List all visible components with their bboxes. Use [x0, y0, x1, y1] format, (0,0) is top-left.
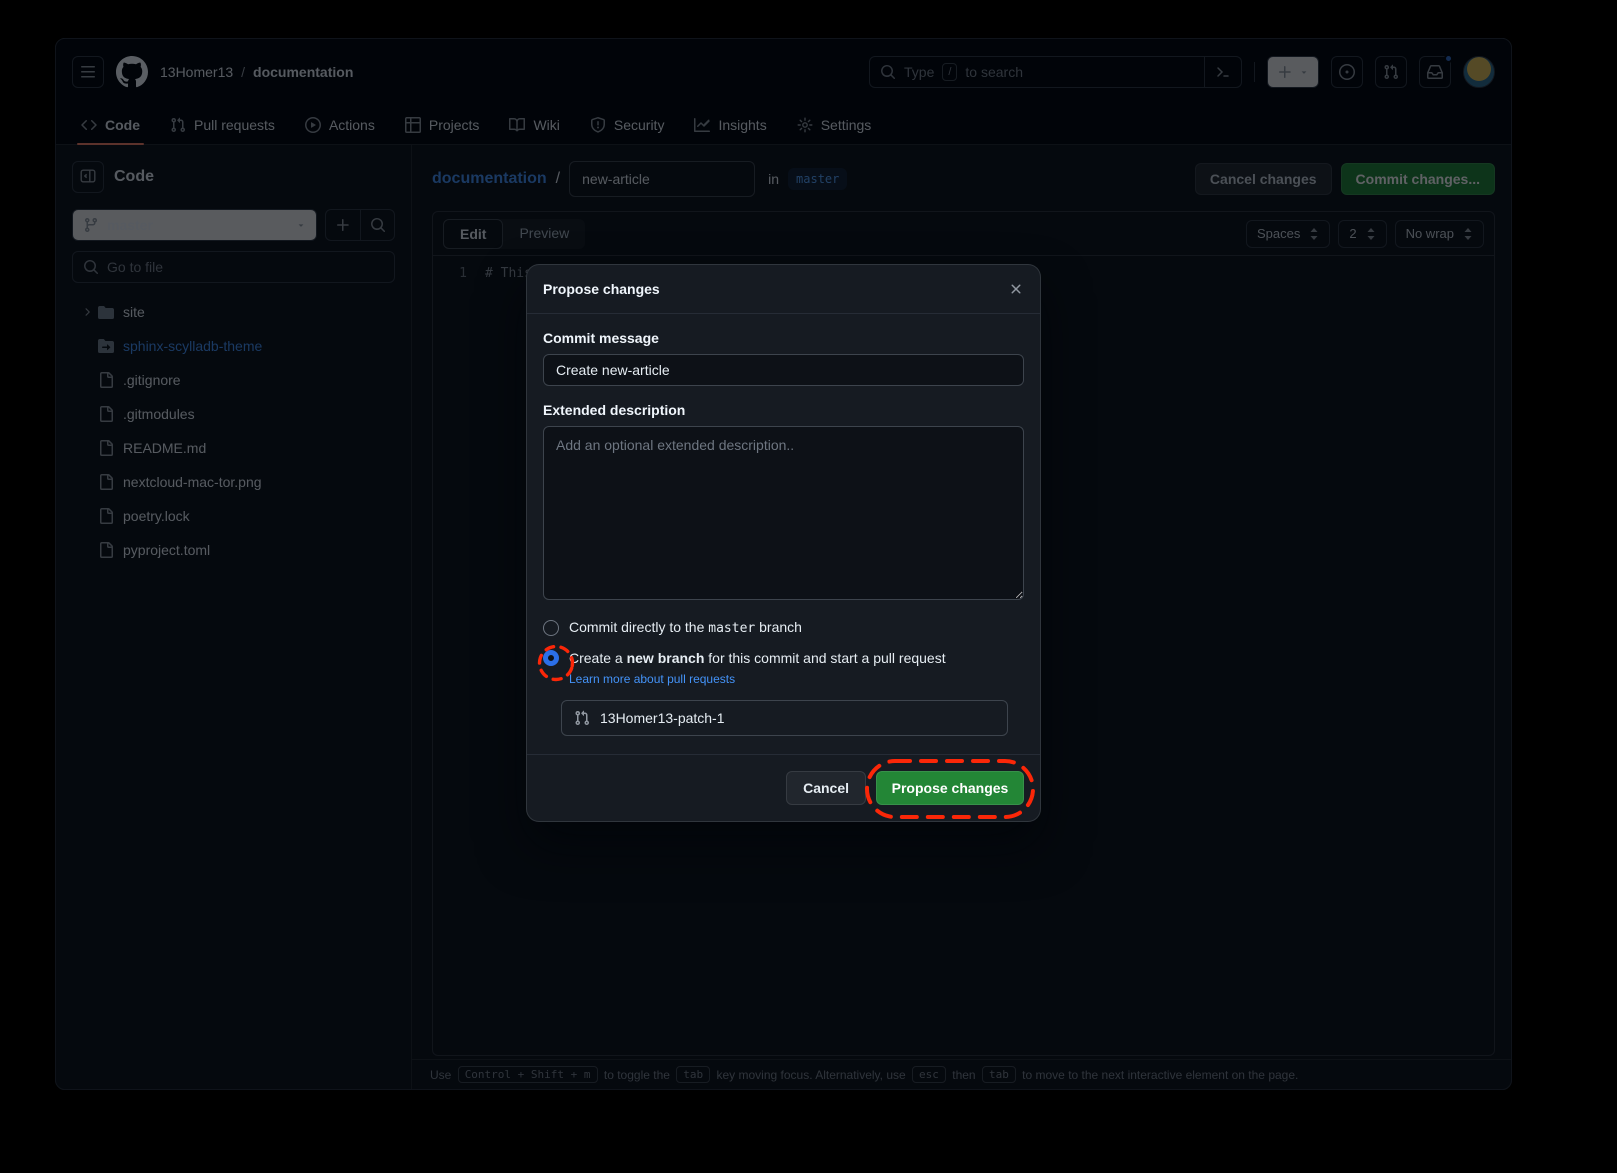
- extended-description-textarea[interactable]: [543, 426, 1024, 600]
- dialog-title: Propose changes: [543, 281, 660, 297]
- create-branch-option[interactable]: Create a new branch for this commit and …: [543, 650, 1024, 666]
- learn-more-link[interactable]: Learn more about pull requests: [569, 672, 735, 686]
- propose-changes-button[interactable]: Propose changes: [876, 771, 1024, 805]
- propose-changes-dialog: Propose changes Commit message Extended …: [527, 265, 1040, 821]
- git-pull-request-icon: [574, 710, 590, 726]
- create-branch-label: Create a new branch for this commit and …: [569, 650, 946, 666]
- branch-name-input[interactable]: [600, 710, 995, 726]
- commit-directly-label: Commit directly to the master branch: [569, 619, 802, 636]
- commit-message-input[interactable]: [543, 354, 1024, 386]
- commit-directly-option[interactable]: Commit directly to the master branch: [543, 619, 1024, 636]
- close-icon: [1008, 281, 1024, 297]
- new-branch-name-field[interactable]: [561, 700, 1008, 736]
- close-dialog-button[interactable]: [1008, 281, 1024, 297]
- commit-message-label: Commit message: [543, 330, 1024, 346]
- radio-unchecked[interactable]: [543, 620, 559, 636]
- screen: 13Homer13 / documentation Type / to sear…: [0, 0, 1617, 1173]
- radio-checked[interactable]: [543, 650, 559, 666]
- extended-description-label: Extended description: [543, 402, 1024, 418]
- cancel-button[interactable]: Cancel: [786, 771, 866, 805]
